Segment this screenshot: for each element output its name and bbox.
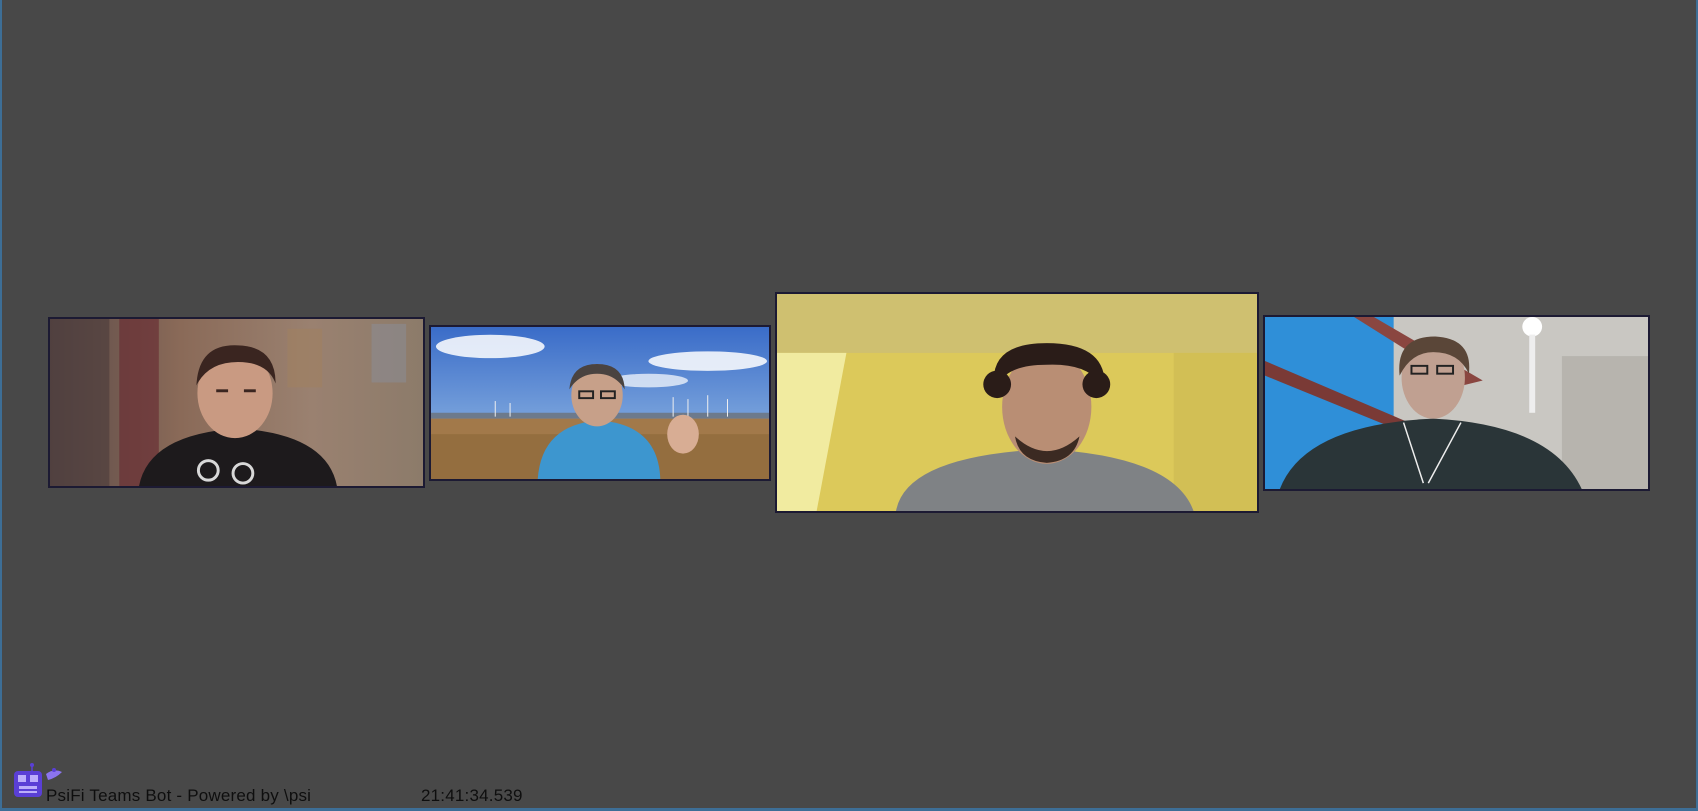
video-tile-participant-2[interactable] — [429, 325, 771, 481]
participant-video — [1265, 317, 1648, 489]
participant-video — [777, 294, 1257, 511]
video-tile-participant-4[interactable] — [1263, 315, 1650, 491]
status-footer: PsiFi Teams Bot - Powered by \psi 21:41:… — [8, 762, 708, 808]
app-title: PsiFi Teams Bot - Powered by \psi — [46, 786, 312, 805]
participant-video — [50, 319, 423, 486]
video-tile-participant-1[interactable] — [48, 317, 425, 488]
participant-video — [431, 327, 769, 479]
timestamp: 21:41:34.539 — [421, 786, 523, 805]
video-tile-participant-3[interactable] — [775, 292, 1259, 513]
